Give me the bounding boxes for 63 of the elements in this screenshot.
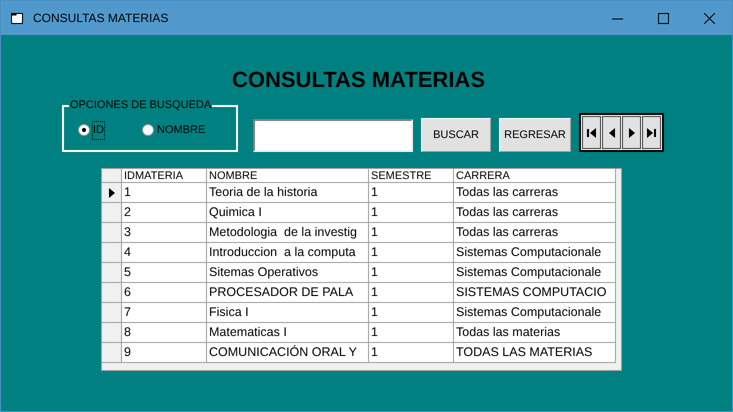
column-header: SEMESTRE xyxy=(369,169,454,183)
table-cell: Metodologia de la investig xyxy=(207,223,369,243)
table-cell: 1 xyxy=(369,183,454,203)
first-icon xyxy=(587,128,596,138)
table-cell: 1 xyxy=(369,223,454,243)
group-legend: OPCIONES DE BUSQUEDA xyxy=(69,99,212,112)
last-record-button[interactable] xyxy=(642,116,661,149)
table-cell: 1 xyxy=(369,343,454,363)
close-icon[interactable] xyxy=(704,12,714,24)
table-cell: Todas las carreras xyxy=(454,223,616,243)
table-cell: Sistemas Computacionale xyxy=(454,243,616,263)
table-cell: 1 xyxy=(369,243,454,263)
table-cell: 1 xyxy=(369,283,454,303)
table-cell: Fisica I xyxy=(207,303,369,323)
first-record-button[interactable] xyxy=(582,116,601,149)
table-cell: Todas las materias xyxy=(454,323,616,343)
maximize-icon[interactable] xyxy=(658,12,668,24)
table-cell: Quimica I xyxy=(207,203,369,223)
table-cell: Sistemas Computacionale xyxy=(454,263,616,283)
option-label: ID xyxy=(93,122,104,138)
table-cell: 1 xyxy=(369,323,454,343)
table-cell: 7 xyxy=(122,303,207,323)
table-cell: 5 xyxy=(122,263,207,283)
option-label: NOMBRE xyxy=(157,123,206,138)
column-header: IDMATERIA xyxy=(122,169,207,183)
next-icon xyxy=(628,128,634,138)
window-icon xyxy=(11,12,23,24)
previous-record-button[interactable] xyxy=(602,116,621,149)
table-cell: 9 xyxy=(122,343,207,363)
table-cell: Teoria de la historia xyxy=(207,183,369,203)
table-cell: PROCESADOR DE PALA xyxy=(207,283,369,303)
current-row-icon xyxy=(108,188,114,198)
table-cell: Sistemas Computacionale xyxy=(454,303,616,323)
table-cell: 1 xyxy=(369,203,454,223)
form-heading: CONSULTAS MATERIAS xyxy=(231,67,486,93)
table-cell: 2 xyxy=(122,203,207,223)
table-cell: 4 xyxy=(122,243,207,263)
table-cell: TODAS LAS MATERIAS xyxy=(454,343,616,363)
table-cell: SISTEMAS COMPUTACIO xyxy=(454,283,616,303)
table-cell: COMUNICACIÓN ORAL Y xyxy=(207,343,369,363)
table-cell: 1 xyxy=(369,263,454,283)
column-header: CARRERA xyxy=(454,169,616,183)
next-record-button[interactable] xyxy=(622,116,641,149)
table-cell: Todas las carreras xyxy=(454,203,616,223)
table-cell: Introduccion a la computa xyxy=(207,243,369,263)
last-icon xyxy=(647,128,656,138)
window-title: CONSULTAS MATERIAS xyxy=(33,10,168,27)
table-cell: Sitemas Operativos xyxy=(207,263,369,283)
column-header: NOMBRE xyxy=(207,169,369,183)
table-cell: 8 xyxy=(122,323,207,343)
back-button[interactable]: REGRESAR xyxy=(499,118,571,152)
radio-button[interactable] xyxy=(78,124,90,136)
previous-icon xyxy=(608,128,614,138)
table-cell: Todas las carreras xyxy=(454,183,616,203)
table-cell: 1 xyxy=(122,183,207,203)
search-button[interactable]: BUSCAR xyxy=(421,118,491,152)
table-cell: Matematicas I xyxy=(207,323,369,343)
table-cell: 3 xyxy=(122,223,207,243)
search-field[interactable] xyxy=(253,119,413,152)
radio-button[interactable] xyxy=(142,124,154,136)
table-cell: 6 xyxy=(122,283,207,303)
table-cell: 1 xyxy=(369,303,454,323)
row-selector[interactable] xyxy=(102,183,122,203)
